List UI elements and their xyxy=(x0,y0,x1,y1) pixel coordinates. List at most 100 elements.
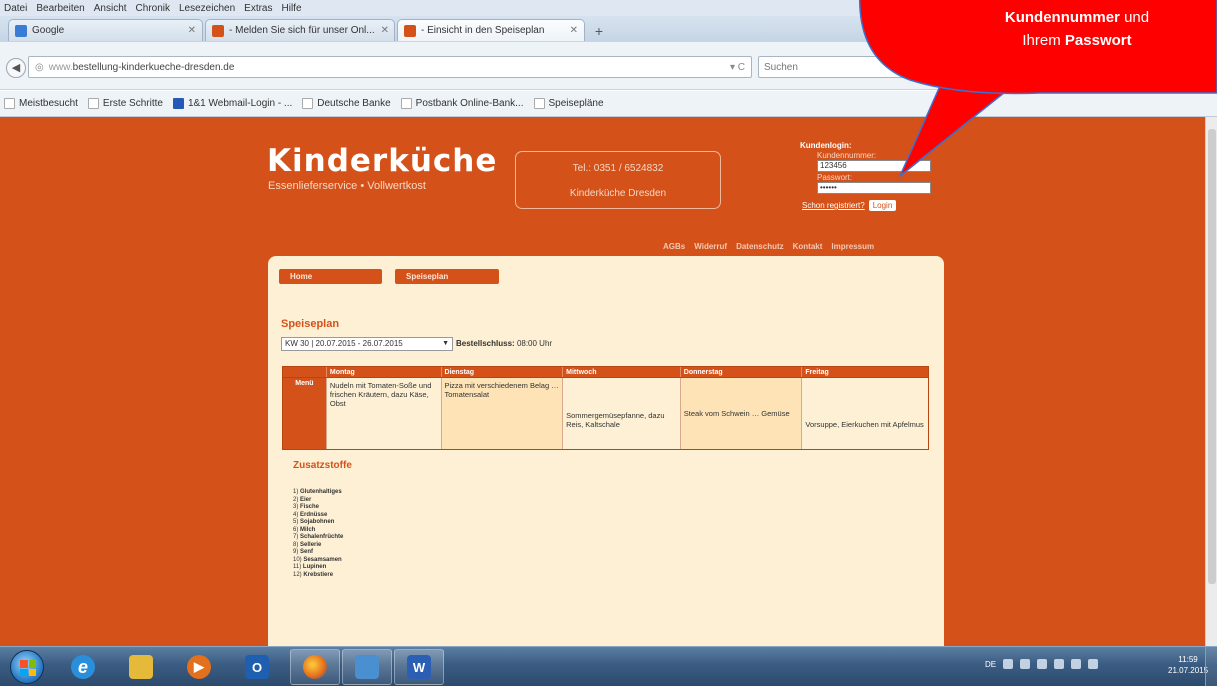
google-favicon-icon xyxy=(15,24,27,37)
url-bar[interactable]: ◎ www. bestellung-kinderkueche-dresden.d… xyxy=(28,56,752,78)
deadline-value: 08:00 Uhr xyxy=(516,339,553,348)
additive-number: 11) xyxy=(293,564,302,570)
content-panel: Home Speiseplan Speiseplan KW 30 | 20.07… xyxy=(268,256,944,646)
bookmark-postbank[interactable]: Postbank Online-Bank... xyxy=(400,98,524,109)
password-field[interactable]: •••••• xyxy=(817,182,931,194)
volume-icon[interactable] xyxy=(1071,659,1082,669)
additive-name: Schalenfrüchte xyxy=(300,534,344,540)
tab-close-icon[interactable]: ✕ xyxy=(182,25,196,36)
tab-speiseplan[interactable]: - Einsicht in den Speiseplan ✕ xyxy=(397,19,585,41)
additive-number: 10) xyxy=(293,556,302,563)
customer-number-field[interactable]: 123456 xyxy=(817,160,931,172)
explorer-button[interactable] xyxy=(116,649,166,685)
show-hidden-icons-icon[interactable] xyxy=(1003,659,1014,669)
list-item: 3) Fische xyxy=(293,504,653,512)
taskbar-clock[interactable]: 11:59 21.07.2015 xyxy=(1168,654,1208,676)
page-icon xyxy=(302,98,314,109)
table-row: Menü Nudeln mit Tomaten-Soße und frische… xyxy=(282,378,929,450)
new-tab-button[interactable]: + xyxy=(588,22,610,40)
speech-bubble: Kundennummer und Ihrem Passwort xyxy=(840,0,1217,95)
flag-icon[interactable] xyxy=(1020,659,1031,669)
list-item: 12) Krebstiere xyxy=(293,572,653,580)
list-item: 7) Schalenfrüchte xyxy=(293,534,653,542)
list-item: 6) Milch xyxy=(293,527,653,535)
reload-icon[interactable]: ▾ C xyxy=(730,62,745,73)
bookmark-meistbesucht[interactable]: Meistbesucht xyxy=(4,98,78,109)
shield-icon xyxy=(355,655,379,679)
ie-icon: e xyxy=(71,655,95,679)
already-registered-link[interactable]: Schon registriert? xyxy=(802,201,865,210)
menu-datei[interactable]: Datei xyxy=(4,3,27,14)
dish-text: Pizza mit verschiedenem Belag … Tomatens… xyxy=(444,381,559,399)
monitor-icon[interactable] xyxy=(1054,659,1065,669)
bookmark-webmail[interactable]: 1&1 Webmail-Login - ... xyxy=(172,98,292,109)
additives-title: Zusatzstoffe xyxy=(293,460,352,471)
word-button[interactable]: W xyxy=(394,649,444,685)
site-favicon-icon xyxy=(404,24,416,37)
menu-hilfe[interactable]: Hilfe xyxy=(282,3,302,14)
nav-speiseplan-button[interactable]: Speiseplan xyxy=(395,269,499,284)
word-icon: W xyxy=(407,655,431,679)
back-button[interactable]: ◀ xyxy=(6,58,26,78)
link-agbs[interactable]: AGBs xyxy=(663,242,685,251)
tab-label: Google xyxy=(32,25,65,36)
internet-explorer-button[interactable]: e xyxy=(58,649,108,685)
link-widerruf[interactable]: Widerruf xyxy=(694,242,727,251)
clock-date: 21.07.2015 xyxy=(1168,666,1209,675)
link-datenschutz[interactable]: Datenschutz xyxy=(736,242,784,251)
contact-box: Tel.: 0351 / 6524832 Kinderküche Dresden xyxy=(515,151,721,209)
tab-google[interactable]: Google ✕ xyxy=(8,19,203,41)
tab-close-icon[interactable]: ✕ xyxy=(375,25,389,36)
windows-taskbar: e ▶ O W DE 11:59 21.07.2015 xyxy=(0,646,1217,686)
deadline-label: Bestellschluss: xyxy=(456,339,515,348)
show-desktop-button[interactable] xyxy=(1205,647,1217,686)
dish-montag[interactable]: Nudeln mit Tomaten-Soße und frischen Krä… xyxy=(325,378,441,449)
bookmark-speiseplaene[interactable]: Speisepläne xyxy=(533,98,604,109)
nav-home-button[interactable]: Home xyxy=(279,269,382,284)
bubble-text-und: und xyxy=(1119,9,1150,26)
bookmark-deutsche-bank[interactable]: Deutsche Banke xyxy=(302,98,391,109)
bookmark-erste-schritte[interactable]: Erste Schritte xyxy=(87,98,163,109)
firefox-button[interactable] xyxy=(290,649,340,685)
link-kontakt[interactable]: Kontakt xyxy=(793,242,823,251)
additive-number: 9) xyxy=(293,549,299,555)
menu-chronik[interactable]: Chronik xyxy=(136,3,170,14)
additive-name: Glutenhaltiges xyxy=(300,489,342,495)
link-impressum[interactable]: Impressum xyxy=(831,242,874,251)
bookmark-label: Meistbesucht xyxy=(19,98,78,109)
antivirus-icon[interactable] xyxy=(1088,659,1099,669)
star-icon xyxy=(4,98,15,109)
additive-name: Milch xyxy=(300,526,316,533)
customer-number-label: Kundennummer: xyxy=(817,151,877,160)
outlook-button[interactable]: O xyxy=(232,649,282,685)
week-select[interactable]: KW 30 | 20.07.2015 - 26.07.2015 ▼ xyxy=(281,337,453,351)
page-scrollbar[interactable] xyxy=(1205,117,1217,646)
language-indicator[interactable]: DE xyxy=(985,660,996,669)
login-button[interactable]: Login xyxy=(868,200,897,211)
menu-ansicht[interactable]: Ansicht xyxy=(94,3,127,14)
additive-number: 3) xyxy=(293,504,299,510)
start-button[interactable] xyxy=(10,650,44,684)
additive-name: Krebstiere xyxy=(303,571,334,578)
security-app-button[interactable] xyxy=(342,649,392,685)
network-icon[interactable] xyxy=(1037,659,1048,669)
site-logo[interactable]: Kinderküche xyxy=(267,143,497,179)
dish-mittwoch[interactable]: Sommergemüsepfanne, dazu Reis, Kaltschal… xyxy=(562,378,680,449)
tab-close-icon[interactable]: ✕ xyxy=(564,25,578,36)
bookmark-label: Postbank Online-Bank... xyxy=(415,98,524,109)
list-item: 10) Sesamsamen xyxy=(293,557,653,565)
menu-bearbeiten[interactable]: Bearbeiten xyxy=(36,3,84,14)
page-title: Speiseplan xyxy=(281,318,340,330)
scrollbar-thumb[interactable] xyxy=(1208,129,1216,584)
dish-donnerstag[interactable]: Steak vom Schwein … Gemüse xyxy=(679,378,802,449)
list-item: 4) Erdnüsse xyxy=(293,512,653,520)
additive-number: 6) xyxy=(293,526,299,533)
bubble-text-ihrem: Ihrem xyxy=(1022,32,1065,49)
tab-anmeldung[interactable]: - Melden Sie sich für unser Onl... ✕ xyxy=(205,19,395,41)
menu-extras[interactable]: Extras xyxy=(244,3,272,14)
menu-lesezeichen[interactable]: Lesezeichen xyxy=(179,3,235,14)
dish-freitag[interactable]: Vorsuppe, Eierkuchen mit Apfelmus xyxy=(801,378,928,449)
dish-dienstag[interactable]: Pizza mit verschiedenem Belag … Tomatens… xyxy=(440,378,563,449)
list-item: 8) Sellerie xyxy=(293,542,653,550)
media-player-button[interactable]: ▶ xyxy=(174,649,224,685)
